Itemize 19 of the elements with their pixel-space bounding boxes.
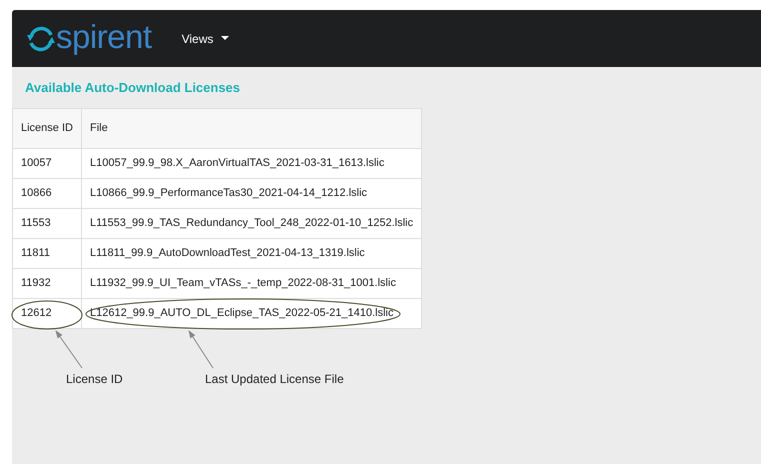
annotation-label: Last Updated License File (205, 371, 344, 388)
table-cell: 11553 (21, 217, 51, 230)
views-menu[interactable]: Views (182, 30, 230, 48)
annotation-label: License ID (66, 371, 123, 388)
table-cell: 10057 (21, 157, 52, 170)
table-cell: 10866 (21, 187, 52, 200)
table-cell: L10057_99.9_98.X_AaronVirtualTAS_2021-03-31_1613.lslic (90, 157, 384, 170)
table-cell: 11932 (21, 277, 51, 290)
table-cell: L11553_99.9_TAS_Redundancy_Tool_248_2022-01-10_1252.lslic (90, 217, 414, 230)
table-cell: L11932_99.9_UI_Team_vTASs_-_temp_2022-08-31_1001.lslic (90, 277, 396, 290)
logo-text: spirent (56, 20, 152, 53)
table-cell: L10866_99.9_PerformanceTas30_2021-04-14_1212.lslic (90, 187, 368, 200)
table-cell: L11811_99.9_AutoDownloadTest_2021-04-13_1319.lslic (90, 247, 365, 260)
page-title: Available Auto-Download Licenses (24, 80, 242, 96)
table-cell: 12612 (21, 307, 52, 320)
column-header: File (90, 122, 108, 134)
table-cell: 11811 (21, 247, 50, 260)
table-cell: L12612_99.9_AUTO_DL_Eclipse_TAS_2022-05-21_1410.lslic (90, 307, 394, 320)
column-header: License ID (21, 122, 73, 134)
